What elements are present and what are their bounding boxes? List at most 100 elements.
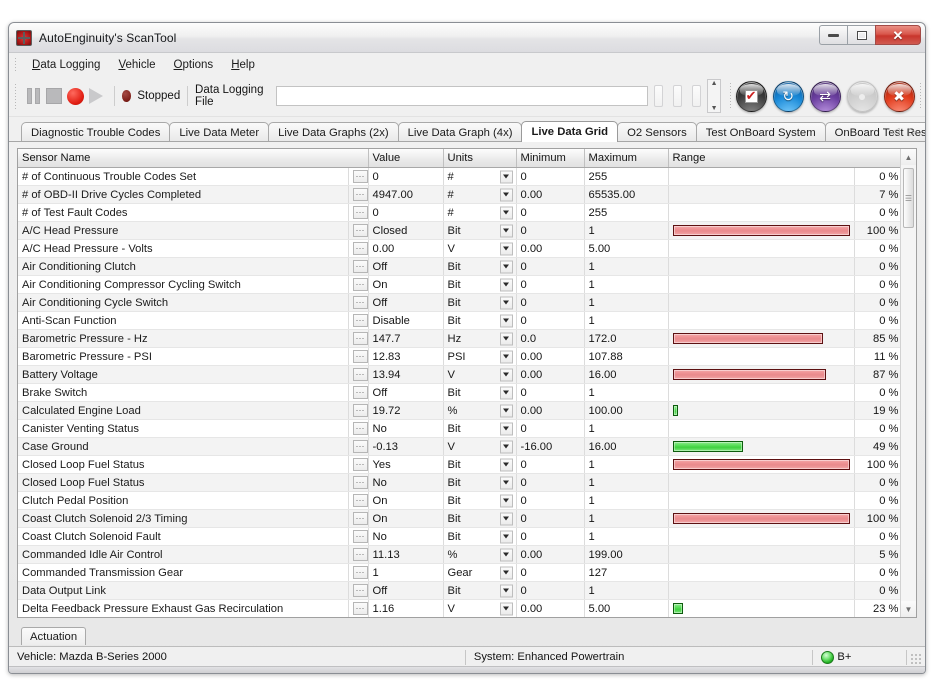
row-options-icon[interactable]: ··· [352,404,367,417]
row-options-icon[interactable]: ··· [352,278,367,291]
chevron-down-icon[interactable] [499,296,513,309]
log-file-input[interactable] [275,86,649,106]
maximize-button[interactable] [847,25,875,45]
cell-options-button[interactable]: ··· [348,311,369,330]
cell-options-button[interactable]: ··· [348,239,369,258]
table-row[interactable]: # of Test Fault Codes ··· 0 #0 255 0 % [18,203,904,222]
cell-value[interactable]: Disable [368,311,444,330]
column-header-maximum[interactable]: Maximum [584,149,669,168]
cell-units[interactable]: Bit [443,491,517,510]
cell-options-button[interactable]: ··· [348,221,369,240]
cell-maximum[interactable]: 107.88 [584,347,669,366]
table-row[interactable]: Delta Feedback Pressure Exhaust Gas Reci… [18,599,904,617]
cell-units[interactable]: Bit [443,311,517,330]
cell-minimum[interactable]: 0 [516,419,585,438]
cell-minimum[interactable]: 0 [516,581,585,600]
cell-minimum[interactable]: 0 [516,383,585,402]
cell-value[interactable]: 1.16 [368,599,444,617]
tab-test-onboard-system[interactable]: Test OnBoard System [695,122,826,141]
cell-options-button[interactable]: ··· [348,293,369,312]
cell-options-button[interactable]: ··· [348,509,369,528]
tab-actuation[interactable]: Actuation [21,627,87,645]
tab-live-data-graphs-2x[interactable]: Live Data Graphs (2x) [268,122,399,141]
cell-options-button[interactable]: ··· [348,257,369,276]
cell-units[interactable]: Gear [443,563,517,582]
column-header-sensor-name[interactable]: Sensor Name [18,149,369,168]
cell-units[interactable]: % [443,401,517,420]
menu-data-logging[interactable]: Data Logging [23,57,109,73]
cell-minimum[interactable]: 0.00 [516,185,585,204]
chevron-down-icon[interactable] [499,584,513,597]
cell-maximum[interactable]: 1 [584,293,669,312]
row-options-icon[interactable]: ··· [352,584,367,597]
stop-button[interactable] [44,83,65,109]
play-button[interactable] [86,83,107,109]
cell-maximum[interactable]: 1 [584,473,669,492]
table-row[interactable]: Commanded Idle Air Control ··· 11.13% 0.00 1… [18,545,904,564]
chevron-down-icon[interactable] [499,206,513,219]
cell-maximum[interactable]: 100.00 [584,401,669,420]
cell-maximum[interactable]: 4080 [584,618,668,619]
cell-minimum[interactable]: -16.00 [516,437,585,456]
cell-options-button[interactable]: ··· [348,563,369,582]
cell-units[interactable]: V [443,365,517,384]
cell-options-button[interactable]: ··· [348,473,369,492]
cell-minimum[interactable]: 0 [516,618,584,619]
scroll-down-button[interactable]: ▼ [901,601,916,617]
cell-value[interactable]: 0.00 [368,239,444,258]
table-row[interactable]: Air Conditioning Clutch ··· Off Bit 0 1 0 % [18,257,904,276]
tab-o2-sensors[interactable]: O2 Sensors [617,122,697,141]
table-row[interactable]: Coast Clutch Solenoid 2/3 Timing ··· On Bit… [18,509,904,528]
table-row[interactable]: Commanded Transmission Gear ··· 1 Gear 0 127 0… [18,563,904,582]
pause-button[interactable] [23,83,44,109]
row-options-icon[interactable]: ··· [352,476,367,489]
cell-value[interactable]: 12.83 [368,347,444,366]
cell-value[interactable]: Off [368,383,444,402]
menu-vehicle[interactable]: Vehicle [109,57,164,73]
cell-options-button[interactable]: ··· [348,491,369,510]
chevron-down-icon[interactable] [499,224,513,237]
chevron-down-icon[interactable] [499,170,513,183]
chevron-down-icon[interactable] [499,422,513,435]
row-options-icon[interactable]: ··· [352,170,367,183]
cell-minimum[interactable]: 0.00 [516,401,585,420]
row-options-icon[interactable]: ··· [352,314,367,327]
cell-options-button[interactable]: ··· [348,618,368,619]
cell-maximum[interactable]: 1 [584,221,669,240]
row-options-icon[interactable]: ··· [352,296,367,309]
cell-minimum[interactable]: 0.00 [516,365,585,384]
cell-maximum[interactable]: 1 [584,257,669,276]
tab-prev-button[interactable]: ◁ [891,125,899,138]
cell-units[interactable]: Bit [443,257,517,276]
column-header-units[interactable]: Units [443,149,517,168]
table-row[interactable]: Anti-Scan Function ··· Disable Bit 0 1 0 % [18,311,904,330]
chevron-down-icon[interactable] [499,386,513,399]
cell-minimum[interactable]: 0 [516,257,585,276]
table-row[interactable]: Coast Clutch Solenoid Fault ··· No Bit 0 1 0 % [18,527,904,546]
toolbar-scroll[interactable]: ▲ ▼ [707,79,722,113]
chevron-down-icon[interactable] [499,494,513,507]
chevron-down-icon[interactable] [499,440,513,453]
chevron-down-icon[interactable] [499,566,513,579]
cell-options-button[interactable]: ··· [348,419,369,438]
cell-value[interactable]: 147.7 [368,329,444,348]
tab-live-data-grid[interactable]: Live Data Grid [521,121,619,142]
cell-minimum[interactable]: 0 [516,527,585,546]
cell-maximum[interactable]: 1 [584,581,669,600]
cell-maximum[interactable]: 1 [584,419,669,438]
cell-minimum[interactable]: 0.00 [516,347,585,366]
cell-maximum[interactable]: 172.0 [584,329,669,348]
tab-diagnostic-trouble-codes[interactable]: Diagnostic Trouble Codes [21,122,171,141]
cell-units[interactable]: Bit [443,419,517,438]
menu-help[interactable]: Help [222,57,264,73]
cell-value[interactable]: Off [368,581,444,600]
cell-units[interactable]: Bit [443,275,517,294]
cell-value[interactable]: 896 [368,618,443,619]
chevron-down-icon[interactable] [499,512,513,525]
cell-options-button[interactable]: ··· [348,545,369,564]
cell-units[interactable]: RPM [443,618,516,619]
cell-options-button[interactable]: ··· [348,527,369,546]
table-row[interactable]: Clutch Pedal Position ··· On Bit 0 1 0 % [18,491,904,510]
cell-maximum[interactable]: 1 [584,383,669,402]
cell-minimum[interactable]: 0 [516,473,585,492]
